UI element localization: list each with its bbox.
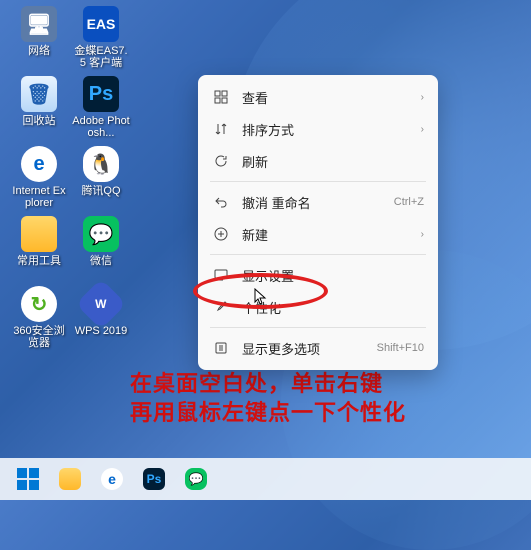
- menu-label: 刷新: [242, 152, 424, 171]
- icon-label: 腾讯QQ: [81, 185, 120, 197]
- ie-icon: e: [21, 146, 57, 182]
- icon-label: 常用工具: [17, 255, 61, 267]
- menu-display-settings[interactable]: 显示设置: [198, 259, 438, 291]
- desktop: 🖥 网络 EAS 金蝶EAS7.5 客户端 🗑 回收站 Ps Adobe Pho…: [0, 0, 140, 354]
- icon-ps[interactable]: Ps Adobe Photosh...: [70, 72, 132, 142]
- menu-label: 新建: [242, 225, 415, 244]
- chevron-right-icon: ›: [421, 229, 424, 240]
- wps-icon: W: [76, 279, 127, 330]
- menu-label: 排序方式: [242, 120, 415, 139]
- icon-label: 360安全浏览器: [10, 325, 68, 349]
- ie-icon: e: [101, 468, 123, 490]
- icon-label: 微信: [90, 255, 112, 267]
- undo-icon: [212, 193, 230, 211]
- chevron-right-icon: ›: [421, 92, 424, 103]
- menu-refresh[interactable]: 刷新: [198, 145, 438, 177]
- icon-label: Internet Explorer: [10, 185, 68, 209]
- wechat-icon: 💬: [83, 216, 119, 252]
- more-icon: [212, 339, 230, 357]
- icon-eas[interactable]: EAS 金蝶EAS7.5 客户端: [70, 2, 132, 72]
- folder-icon: [59, 468, 81, 490]
- menu-sort[interactable]: 排序方式 ›: [198, 113, 438, 145]
- menu-shortcut: Shift+F10: [377, 342, 424, 354]
- refresh-icon: [212, 152, 230, 170]
- menu-view[interactable]: 查看 ›: [198, 81, 438, 113]
- menu-separator: [210, 254, 426, 255]
- windows-icon: [17, 468, 39, 490]
- icon-label: WPS 2019: [75, 325, 128, 337]
- tb-start-button[interactable]: [10, 461, 46, 497]
- icon-folder[interactable]: 常用工具: [8, 212, 70, 282]
- icon-wechat[interactable]: 💬 微信: [70, 212, 132, 282]
- photoshop-icon: Ps: [83, 76, 119, 112]
- icon-label: 回收站: [23, 115, 56, 127]
- menu-undo[interactable]: 撤消 重命名 Ctrl+Z: [198, 186, 438, 218]
- menu-label: 查看: [242, 88, 415, 107]
- instruction-text: 在桌面空白处，单击右键 再用鼠标左键点一下个性化: [130, 370, 406, 427]
- grid-icon: [212, 88, 230, 106]
- icon-label: 金蝶EAS7.5 客户端: [72, 45, 130, 69]
- eas-icon: EAS: [83, 6, 119, 42]
- chevron-right-icon: ›: [421, 124, 424, 135]
- plus-icon: [212, 225, 230, 243]
- folder-icon: [21, 216, 57, 252]
- menu-label: 个性化: [242, 298, 424, 317]
- menu-label: 显示设置: [242, 266, 424, 285]
- display-icon: [212, 266, 230, 284]
- brush-icon: [212, 298, 230, 316]
- menu-personalize[interactable]: 个性化: [198, 291, 438, 323]
- icon-network[interactable]: 🖥 网络: [8, 2, 70, 72]
- tb-ie[interactable]: e: [94, 461, 130, 497]
- icon-360[interactable]: ↻ 360安全浏览器: [8, 282, 70, 352]
- sort-icon: [212, 120, 230, 138]
- menu-more-options[interactable]: 显示更多选项 Shift+F10: [198, 332, 438, 364]
- instruction-line2: 再用鼠标左键点一下个性化: [130, 399, 406, 428]
- icon-qq[interactable]: 🐧 腾讯QQ: [70, 142, 132, 212]
- icon-recycle[interactable]: 🗑 回收站: [8, 72, 70, 142]
- wechat-icon: 💬: [185, 468, 207, 490]
- menu-label: 显示更多选项: [242, 339, 377, 358]
- network-icon: 🖥: [21, 6, 57, 42]
- menu-shortcut: Ctrl+Z: [394, 196, 424, 208]
- menu-new[interactable]: 新建 ›: [198, 218, 438, 250]
- qq-icon: 🐧: [83, 146, 119, 182]
- menu-label: 撤消 重命名: [242, 193, 394, 212]
- icon-label: Adobe Photosh...: [72, 115, 130, 139]
- menu-separator: [210, 181, 426, 182]
- icon-wps[interactable]: W WPS 2019: [70, 282, 132, 352]
- recycle-icon: 🗑: [21, 76, 57, 112]
- context-menu: 查看 › 排序方式 › 刷新 撤消 重命名 Ctrl+Z 新建 › 显示设置 个…: [198, 75, 438, 370]
- tb-ps[interactable]: Ps: [136, 461, 172, 497]
- tb-explorer[interactable]: [52, 461, 88, 497]
- icon-label: 网络: [28, 45, 50, 57]
- 360-icon: ↻: [21, 286, 57, 322]
- tb-wechat[interactable]: 💬: [178, 461, 214, 497]
- taskbar: e Ps 💬: [0, 458, 531, 500]
- photoshop-icon: Ps: [143, 468, 165, 490]
- icon-ie[interactable]: e Internet Explorer: [8, 142, 70, 212]
- menu-separator: [210, 327, 426, 328]
- instruction-line1: 在桌面空白处，单击右键: [130, 370, 406, 399]
